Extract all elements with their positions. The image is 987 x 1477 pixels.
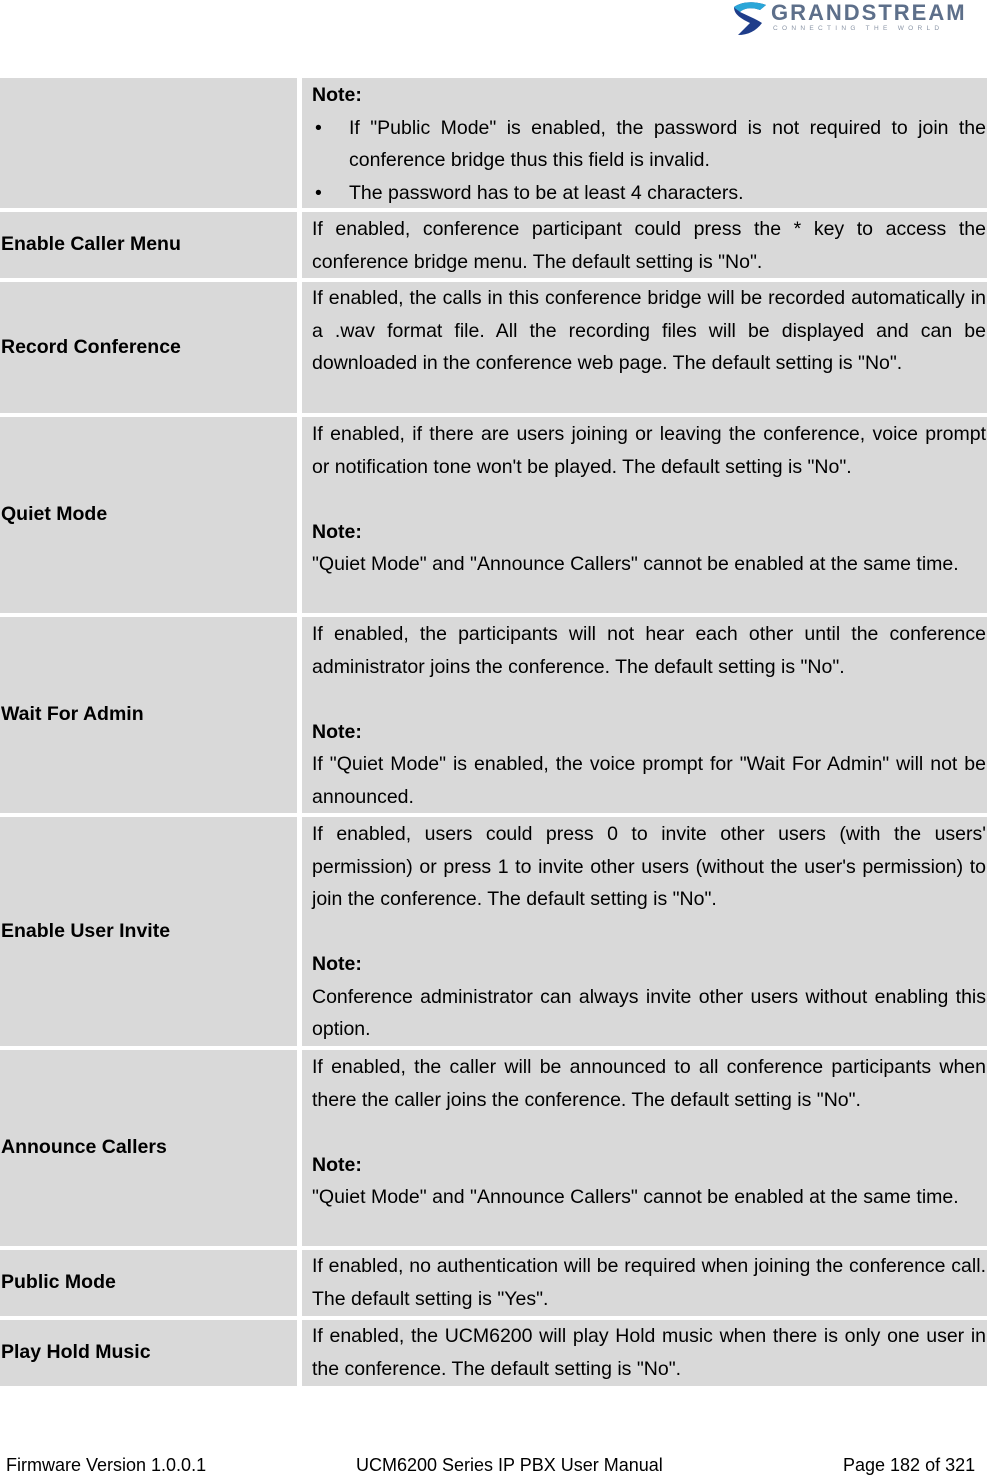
note-bullet: • The password has to be at least 4 char… <box>312 177 986 210</box>
setting-name-cell: Quiet Mode <box>0 417 297 613</box>
setting-description-cell: If enabled, the UCM6200 will play Hold m… <box>302 1320 987 1386</box>
setting-description-cell: If enabled, users could press 0 to invit… <box>302 817 987 1046</box>
setting-name: Record Conference <box>1 335 181 358</box>
setting-description-cell: Note: • If "Public Mode" is enabled, the… <box>302 78 987 208</box>
table-row: Note: • If "Public Mode" is enabled, the… <box>0 78 987 208</box>
setting-description-cell: If enabled, conference participant could… <box>302 212 987 278</box>
setting-name: Announce Callers <box>1 1136 167 1159</box>
page-number: Page 182 of 321 <box>843 1455 976 1475</box>
page-footer: Firmware Version 1.0.0.1 UCM6200 Series … <box>0 1455 987 1475</box>
table-row: Quiet Mode If enabled, if there are user… <box>0 417 987 613</box>
note-heading: Note: <box>312 520 362 543</box>
setting-description: If enabled, conference participant could… <box>312 218 986 273</box>
setting-name: Public Mode <box>1 1271 116 1294</box>
logo-tagline: CONNECTING THE WORLD <box>773 25 944 32</box>
bullet-text: The password has to be at least 4 charac… <box>349 181 744 204</box>
setting-description: If enabled, the participants will not he… <box>312 623 986 678</box>
manual-title: UCM6200 Series IP PBX User Manual <box>356 1455 663 1475</box>
bullet-text: If "Public Mode" is enabled, the passwor… <box>349 116 986 172</box>
setting-name: Quiet Mode <box>1 503 108 526</box>
setting-description-cell: If enabled, no authentication will be re… <box>302 1250 987 1316</box>
note-text: "Quiet Mode" and "Announce Callers" cann… <box>312 1186 959 1208</box>
note-heading: Note: <box>312 720 362 743</box>
table-row: Enable User Invite If enabled, users cou… <box>0 817 987 1046</box>
note-text: "Quiet Mode" and "Announce Callers" cann… <box>312 553 959 575</box>
setting-name: Wait For Admin <box>1 703 144 726</box>
setting-description-cell: If enabled, the participants will not he… <box>302 617 987 813</box>
setting-name-cell: Play Hold Music <box>0 1320 297 1386</box>
setting-description: If enabled, users could press 0 to invit… <box>312 823 986 910</box>
note-heading: Note: <box>312 1153 362 1176</box>
note-text: Conference administrator can always invi… <box>312 985 986 1041</box>
grandstream-swoosh-icon <box>734 2 766 35</box>
setting-name-cell: Enable User Invite <box>0 817 297 1046</box>
logo-wordmark: GRANDSTREAM <box>771 0 967 25</box>
note-heading: Note: <box>312 953 362 975</box>
setting-description: If enabled, the caller will be announced… <box>312 1056 986 1111</box>
setting-description: If enabled, if there are users joining o… <box>312 423 986 478</box>
note-heading: Note: <box>312 84 362 106</box>
setting-description: If enabled, no authentication will be re… <box>312 1255 986 1310</box>
setting-name-cell <box>0 78 297 208</box>
table-row: Record Conference If enabled, the calls … <box>0 282 987 413</box>
setting-name: Play Hold Music <box>1 1341 151 1364</box>
bullet-icon: • <box>315 116 322 139</box>
table-row: Play Hold Music If enabled, the UCM6200 … <box>0 1320 987 1386</box>
setting-description: If enabled, the UCM6200 will play Hold m… <box>312 1325 986 1380</box>
note-text: If "Quiet Mode" is enabled, the voice pr… <box>312 753 986 808</box>
table-row: Public Mode If enabled, no authenticatio… <box>0 1250 987 1316</box>
setting-name: Enable Caller Menu <box>1 233 181 256</box>
bullet-icon: • <box>315 181 322 204</box>
table-row: Wait For Admin If enabled, the participa… <box>0 617 987 813</box>
table-row: Enable Caller Menu If enabled, conferenc… <box>0 212 987 278</box>
setting-description: If enabled, the calls in this conference… <box>312 287 986 374</box>
setting-description-cell: If enabled, the calls in this conference… <box>302 282 987 413</box>
setting-description-cell: If enabled, if there are users joining o… <box>302 417 987 613</box>
firmware-version: Firmware Version 1.0.0.1 <box>6 1455 207 1475</box>
setting-name-cell: Enable Caller Menu <box>0 212 297 278</box>
setting-description-cell: If enabled, the caller will be announced… <box>302 1050 987 1246</box>
setting-name-cell: Record Conference <box>0 282 297 413</box>
setting-name-cell: Wait For Admin <box>0 617 297 813</box>
setting-name-cell: Public Mode <box>0 1250 297 1316</box>
note-bullet: • If "Public Mode" is enabled, the passw… <box>312 112 986 177</box>
grandstream-logo: GRANDSTREAM CONNECTING THE WORLD <box>730 0 985 40</box>
setting-name: Enable User Invite <box>1 919 171 942</box>
table-row: Announce Callers If enabled, the caller … <box>0 1050 987 1246</box>
setting-name-cell: Announce Callers <box>0 1050 297 1246</box>
